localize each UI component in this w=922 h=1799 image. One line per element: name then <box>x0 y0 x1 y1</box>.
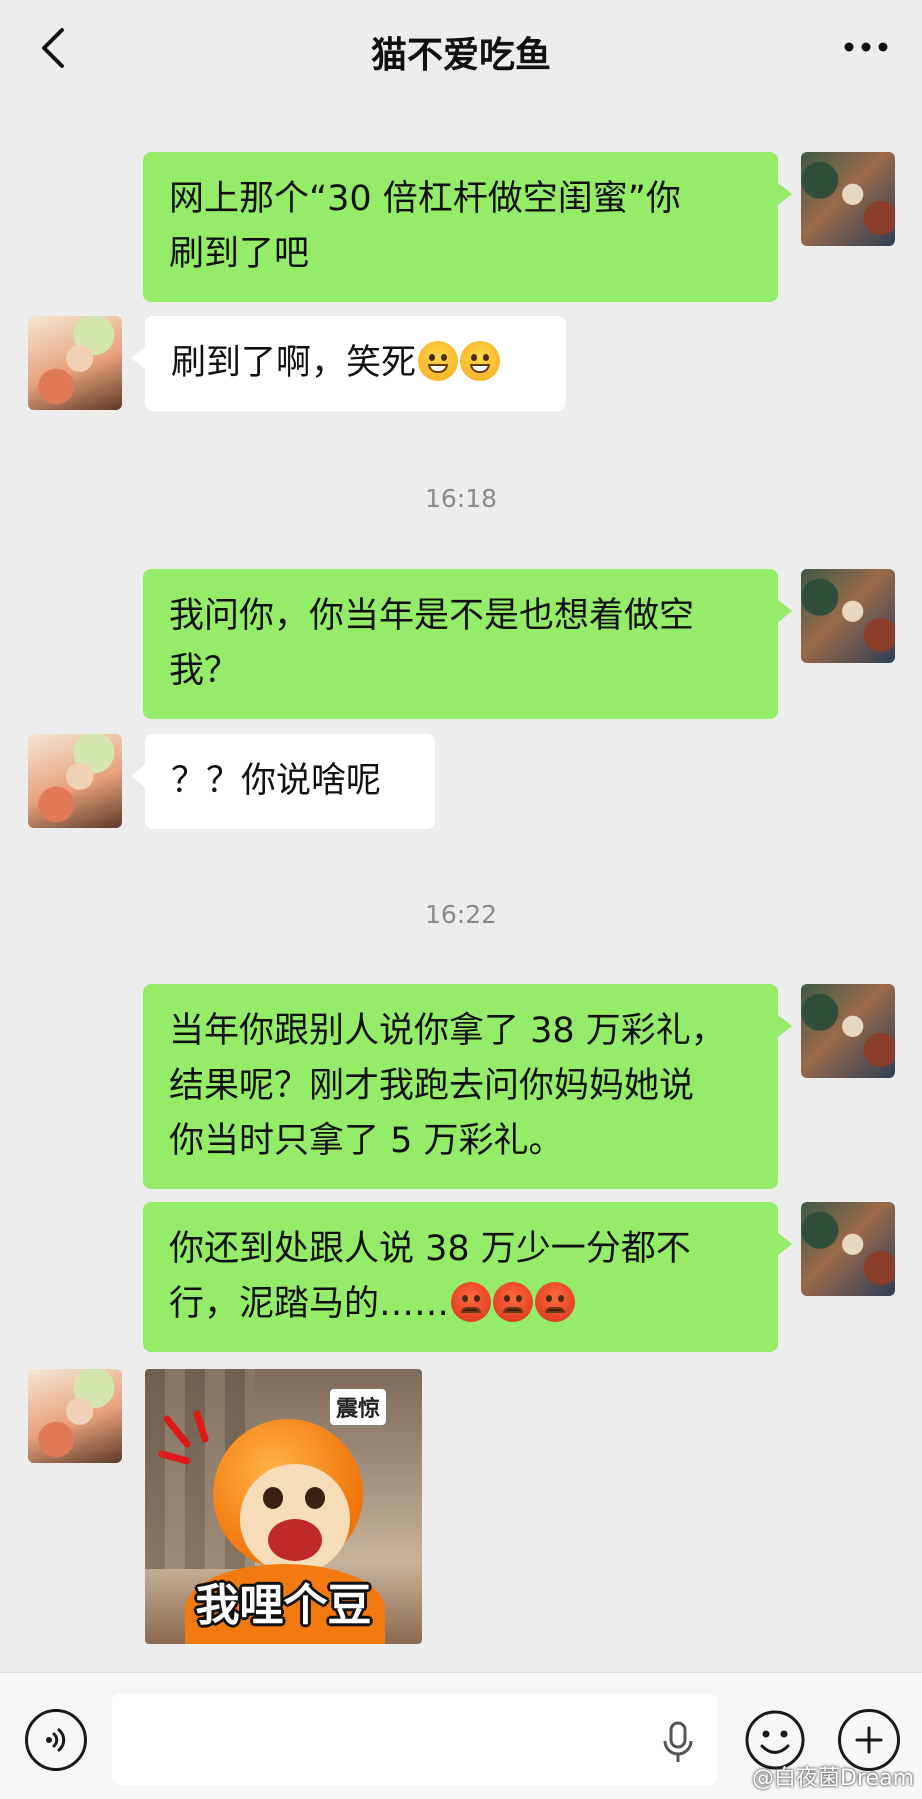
my-message-bubble[interactable]: 网上那个“30 倍杠杆做空闺蜜”你 刷到了吧 <box>143 152 792 302</box>
monkey-eye <box>305 1487 325 1509</box>
my-message-bubble[interactable]: 我问你，你当年是不是也想着做空 我？ <box>143 569 792 719</box>
contact-avatar[interactable] <box>28 1369 122 1463</box>
message-line: 网上那个“30 倍杠杆做空闺蜜”你 <box>169 179 681 219</box>
message-line: 结果呢？刚才我跑去问你妈妈她说 <box>169 1066 695 1106</box>
timestamp: 16:22 <box>424 900 498 929</box>
my-avatar[interactable] <box>801 569 895 663</box>
message-text: ？？你说啥呢 <box>171 761 382 801</box>
message-line: 当年你跟别人说你拿了 38 万彩礼， <box>169 1011 726 1051</box>
message-text: 刷到了啊，笑死 <box>171 343 417 383</box>
my-message-bubble[interactable]: 当年你跟别人说你拿了 38 万彩礼， 结果呢？刚才我跑去问你妈妈她说 你当时只拿… <box>143 984 792 1189</box>
my-avatar[interactable] <box>801 152 895 246</box>
message-input[interactable] <box>112 1693 717 1785</box>
angry-emoji-icon <box>535 1282 576 1322</box>
message-line: 行，泥踏马的…… <box>169 1277 752 1332</box>
timestamp: 16:18 <box>424 484 498 513</box>
plus-icon <box>855 1726 883 1754</box>
contact-message-bubble[interactable]: ？？你说啥呢 <box>131 734 435 829</box>
angry-emoji-icon <box>493 1282 534 1322</box>
message-text: 行，泥踏马的…… <box>169 1284 450 1324</box>
contact-avatar[interactable] <box>28 316 122 410</box>
message-line: 我？ <box>169 651 240 691</box>
microphone-icon[interactable] <box>660 1721 696 1765</box>
message-line: 你当时只拿了 5 万彩礼。 <box>169 1121 564 1161</box>
more-button[interactable] <box>836 22 896 72</box>
chat-title: 猫不爱吃鱼 <box>370 35 551 76</box>
message-line: 你还到处跟人说 38 万少一分都不 <box>169 1229 691 1269</box>
watermark: @白夜菌Dream <box>752 1766 914 1791</box>
contact-message-bubble[interactable]: 刷到了啊，笑死 <box>131 316 566 411</box>
message-line: 我问你，你当年是不是也想着做空 <box>169 596 695 636</box>
shock-lines-icon <box>158 1410 209 1465</box>
voice-wave-icon <box>46 1728 66 1752</box>
my-avatar[interactable] <box>801 1202 895 1296</box>
message-line: 刷到了吧 <box>169 234 310 274</box>
contact-avatar[interactable] <box>28 734 122 828</box>
more-dots-icon <box>844 42 888 52</box>
monkey-mouth <box>268 1519 322 1561</box>
angry-emoji-icon <box>451 1282 492 1322</box>
grin-emoji-icon <box>460 341 501 381</box>
sticker-caption: 我哩个豆 <box>195 1580 372 1631</box>
chat-header: 猫不爱吃鱼 <box>0 0 922 100</box>
grin-emoji-icon <box>418 341 459 381</box>
my-message-bubble[interactable]: 你还到处跟人说 38 万少一分都不 行，泥踏马的…… <box>143 1202 792 1352</box>
sticker-message[interactable]: 震惊 我哩个豆 <box>145 1369 422 1644</box>
sticker-tag: 震惊 <box>330 1389 387 1425</box>
monkey-eye <box>263 1487 283 1509</box>
voice-button[interactable] <box>25 1709 87 1771</box>
my-avatar[interactable] <box>801 984 895 1078</box>
